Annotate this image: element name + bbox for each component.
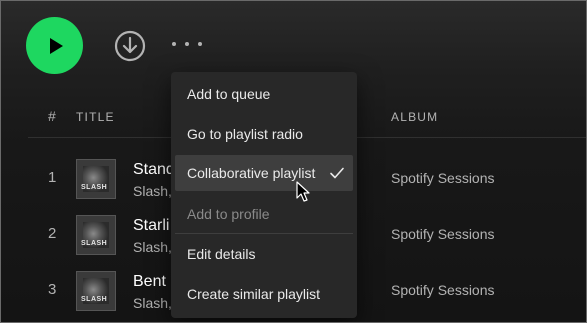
column-title-header[interactable]: TITLE	[76, 110, 115, 124]
track-album[interactable]: Spotify Sessions	[391, 282, 495, 298]
column-album-header[interactable]: ALBUM	[391, 110, 438, 124]
track-title[interactable]: Bent	[133, 273, 166, 291]
play-icon	[49, 37, 63, 54]
album-art-text: SLASH	[81, 184, 108, 191]
track-number: 3	[48, 281, 57, 298]
check-icon	[330, 167, 344, 179]
menu-item-create-similar-playlist[interactable]: Create similar playlist	[175, 276, 353, 312]
track-title[interactable]: Starli	[133, 217, 169, 235]
menu-item-go-to-playlist-radio[interactable]: Go to playlist radio	[175, 116, 353, 152]
menu-item-label: Collaborative playlist	[187, 165, 316, 181]
track-title[interactable]: Stand	[133, 161, 175, 179]
more-dot	[172, 42, 176, 46]
track-number: 1	[48, 169, 57, 186]
column-number-header[interactable]: #	[48, 108, 56, 124]
track-album[interactable]: Spotify Sessions	[391, 170, 495, 186]
menu-item-collaborative-playlist[interactable]: Collaborative playlist	[175, 155, 353, 191]
album-art-text: SLASH	[81, 296, 108, 303]
menu-item-edit-details[interactable]: Edit details	[175, 236, 353, 272]
mouse-cursor-icon	[296, 181, 310, 202]
download-button[interactable]	[114, 30, 146, 62]
more-dot	[185, 42, 189, 46]
more-options-button[interactable]	[172, 36, 202, 52]
play-button[interactable]	[26, 17, 83, 74]
album-art: SLASH	[76, 271, 116, 311]
menu-item-add-to-queue[interactable]: Add to queue	[175, 76, 353, 112]
album-art: SLASH	[76, 215, 116, 255]
more-dot	[198, 42, 202, 46]
menu-separator	[175, 233, 353, 234]
album-art-text: SLASH	[81, 240, 108, 247]
download-circle-icon	[114, 30, 146, 62]
track-album[interactable]: Spotify Sessions	[391, 226, 495, 242]
playlist-context-menu: Add to queue Go to playlist radio Collab…	[171, 72, 357, 318]
track-number: 2	[48, 225, 57, 242]
album-art: SLASH	[76, 159, 116, 199]
menu-item-add-to-profile: Add to profile	[187, 206, 270, 222]
